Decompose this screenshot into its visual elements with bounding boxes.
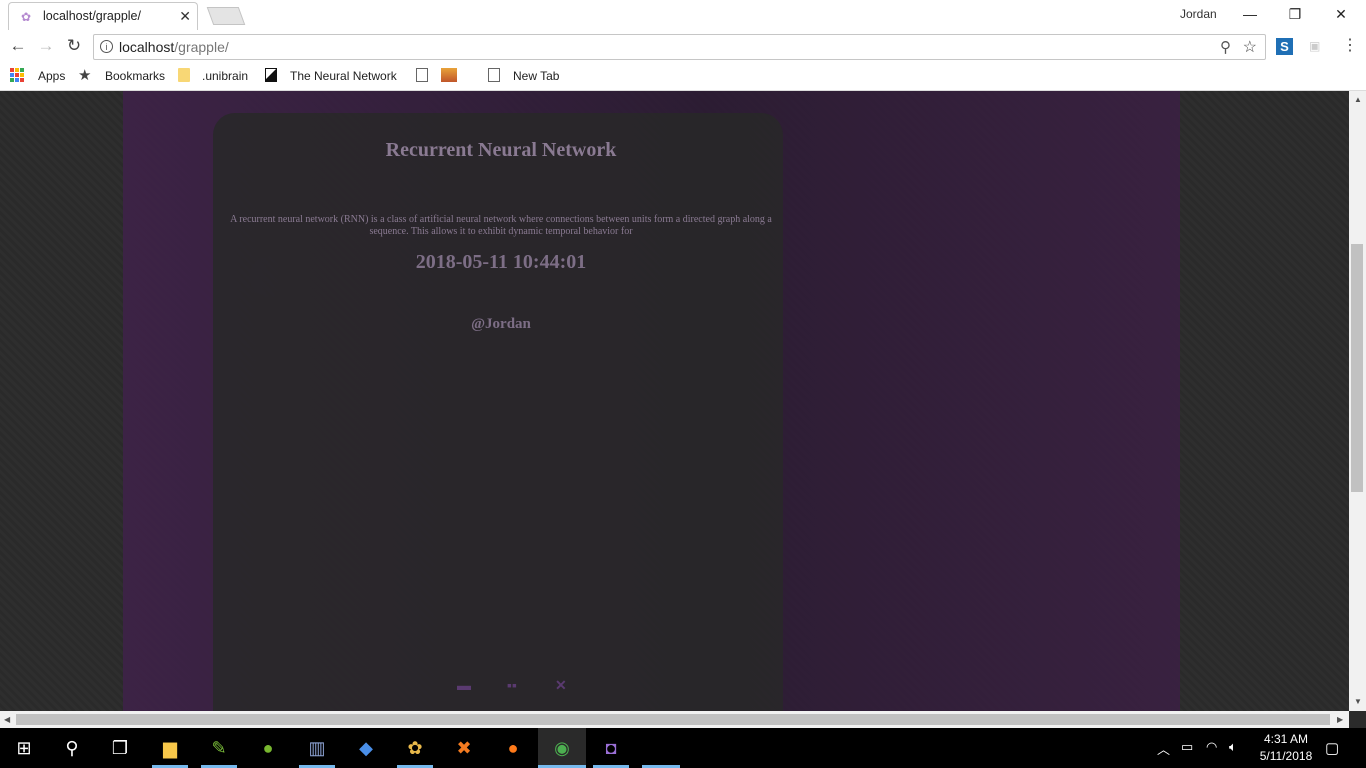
forward-arrow-icon[interactable]: → <box>35 35 57 57</box>
content-card: Recurrent Neural Network A recurrent neu… <box>213 113 783 711</box>
scroll-up-icon[interactable]: ▲ <box>1354 95 1362 104</box>
search-icon[interactable]: ⚲ <box>59 736 85 760</box>
neural-network-favicon-icon <box>265 68 277 82</box>
wifi-icon[interactable]: ◠ <box>1206 739 1217 755</box>
folder-icon <box>178 68 190 82</box>
windows-taskbar: ⊞ ⚲ ❐ ▆ ✎ ● ▥ ◆ ✿ ✖ ● ◉ ◘ ︿ ▭ ◠ 🔈︎ 4:31 … <box>0 728 1366 768</box>
clock-time: 4:31 AM <box>1263 732 1309 746</box>
bookmark-unibrain[interactable]: .unibrain <box>202 69 248 83</box>
system-clock[interactable]: 4:31 AM 5/11/2018 <box>1254 731 1318 765</box>
extension-s-icon[interactable]: S <box>1276 38 1293 55</box>
task-view-icon[interactable]: ❐ <box>107 736 133 760</box>
clock-date: 5/11/2018 <box>1259 749 1313 763</box>
vertical-scrollbar[interactable]: ▲ ▼ <box>1349 91 1366 711</box>
page-description: A recurrent neural network (RNN) is a cl… <box>230 214 772 237</box>
new-tab-button[interactable] <box>206 7 246 25</box>
horizontal-scroll-thumb[interactable] <box>16 714 1330 725</box>
page-viewport: Recurrent Neural Network A recurrent neu… <box>0 91 1349 711</box>
action-center-icon[interactable]: ▢ <box>1325 739 1339 757</box>
url-path: /grapple/ <box>174 39 229 55</box>
xampp-icon[interactable]: ✖ <box>451 736 477 760</box>
utorrent-icon[interactable]: ● <box>255 736 281 760</box>
close-icon[interactable]: ✕ <box>555 677 567 694</box>
app-icon[interactable]: ▥ <box>304 736 330 760</box>
columns-icon[interactable]: ▪▪ <box>507 677 517 693</box>
apps-grid-icon[interactable] <box>10 68 24 82</box>
message-icon[interactable]: ▬ <box>457 677 471 693</box>
paint-icon[interactable]: ✿ <box>402 736 428 760</box>
url-text[interactable]: localhost/grapple/ <box>119 39 229 55</box>
back-arrow-icon[interactable]: ← <box>7 35 29 57</box>
url-host: localhost <box>119 39 175 55</box>
bookmark-new-tab[interactable]: New Tab <box>513 69 559 83</box>
browser-tab[interactable]: ✿ localhost/grapple/ ✕ <box>8 2 198 30</box>
bookmark-bookmarks[interactable]: Bookmarks <box>105 69 165 83</box>
bookmarks-star-icon: ★ <box>78 67 92 84</box>
notepad-plus-icon[interactable]: ✎ <box>206 736 232 760</box>
profile-name[interactable]: Jordan <box>1180 7 1217 21</box>
info-icon[interactable]: i <box>100 40 113 53</box>
firefox-icon[interactable]: ● <box>500 736 526 760</box>
page-title: Recurrent Neural Network <box>385 139 617 161</box>
volume-icon[interactable]: 🔈︎ <box>1229 739 1237 755</box>
horizontal-scrollbar[interactable]: ◀ ▶ <box>0 711 1349 728</box>
scroll-down-icon[interactable]: ▼ <box>1354 697 1362 706</box>
page-icon[interactable] <box>416 68 428 82</box>
site-favicon-icon: ✿ <box>21 10 32 24</box>
minimize-icon[interactable]: — <box>1227 3 1273 25</box>
scroll-right-icon[interactable]: ▶ <box>1337 715 1343 724</box>
reload-icon[interactable]: ↻ <box>63 35 85 57</box>
menu-kebab-icon[interactable]: ⋮ <box>1342 38 1358 54</box>
tab-strip: ✿ localhost/grapple/ ✕ Jordan — ❐ ✕ <box>0 0 1366 30</box>
new-tab-page-icon <box>488 68 500 82</box>
github-desktop-icon[interactable]: ◘ <box>598 736 624 760</box>
close-window-icon[interactable]: ✕ <box>1318 3 1364 25</box>
show-hidden-icons-icon[interactable]: ︿ <box>1157 739 1170 758</box>
bookmark-neural-network[interactable]: The Neural Network <box>290 69 397 83</box>
windows-start-icon[interactable]: ⊞ <box>11 736 37 760</box>
bookmark-star-icon[interactable]: ☆ <box>1243 37 1257 57</box>
extension-gray-icon[interactable]: ▣ <box>1309 39 1323 53</box>
author-handle[interactable]: @Jordan <box>213 316 789 333</box>
file-explorer-icon[interactable]: ▆ <box>157 736 183 760</box>
tab-title: localhost/grapple/ <box>43 9 141 23</box>
zoom-icon[interactable]: ⚲ <box>1220 38 1231 56</box>
battery-icon[interactable]: ▭ <box>1181 739 1193 755</box>
bookmark-apps[interactable]: Apps <box>38 69 65 83</box>
restore-icon[interactable]: ❐ <box>1272 3 1318 25</box>
scroll-left-icon[interactable]: ◀ <box>4 715 10 724</box>
address-bar[interactable]: i localhost/grapple/ ⚲ ☆ <box>93 34 1266 60</box>
image-bookmark-icon[interactable] <box>441 68 457 82</box>
timestamp: 2018-05-11 10:44:01 <box>415 251 587 273</box>
cloud-app-icon[interactable]: ◆ <box>353 736 379 760</box>
browser-toolbar: ← → ↻ i localhost/grapple/ ⚲ ☆ S ▣ ⋮ <box>0 30 1366 64</box>
vertical-scroll-thumb[interactable] <box>1351 244 1363 492</box>
close-tab-icon[interactable]: ✕ <box>179 8 191 25</box>
chrome-icon[interactable]: ◉ <box>549 736 575 760</box>
